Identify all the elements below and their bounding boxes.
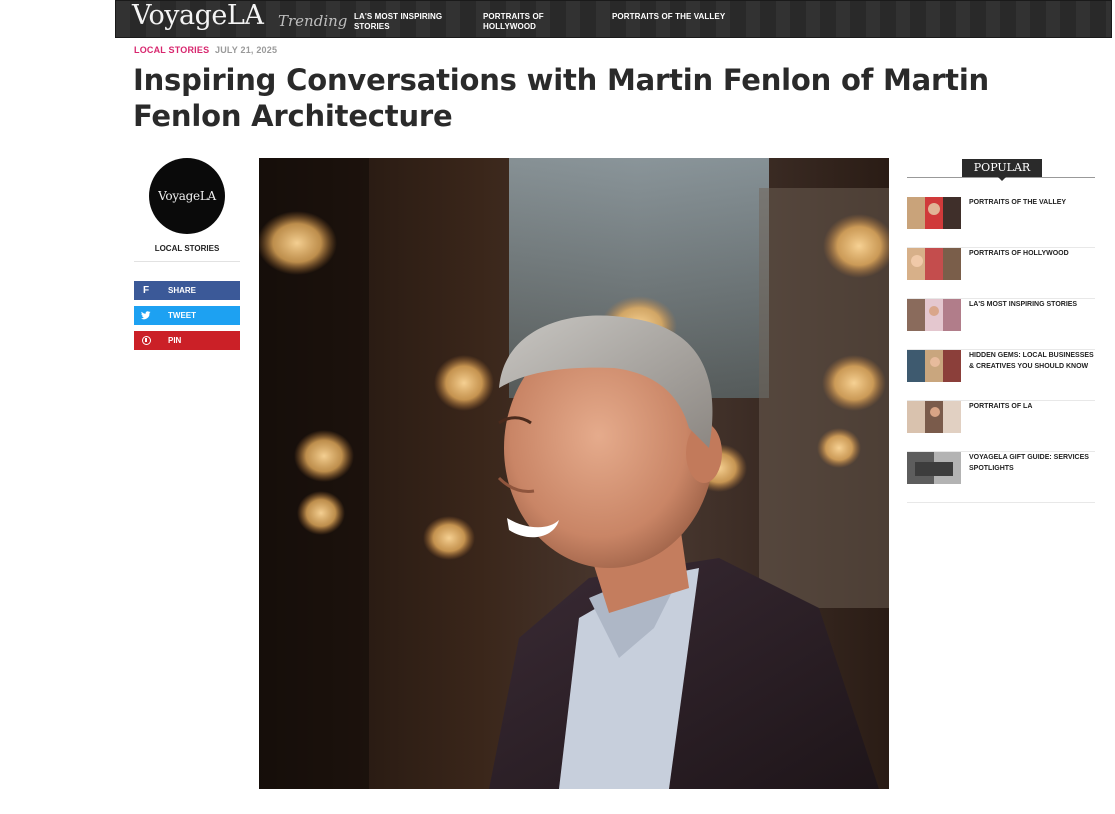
popular-item-thumbnail[interactable] [907,350,961,382]
site-logo[interactable]: VoyageLA [132,1,264,31]
author-avatar[interactable]: VoyageLA [149,158,225,234]
popular-item-thumbnail[interactable] [907,299,961,331]
popular-item[interactable]: PORTRAITS OF LA [907,401,1095,452]
popular-heading: POPULAR [962,159,1042,181]
facebook-share-button[interactable]: f SHARE [134,281,240,300]
article-hero-image[interactable] [259,158,889,789]
nav-link-portraits-hollywood[interactable]: PORTRAITS OF HOLLYWOOD [483,12,563,32]
top-navigation-bar: VoyageLA Trending LA'S MOST INSPIRING ST… [115,0,1112,38]
article-title: Inspiring Conversations with Martin Fenl… [133,63,990,133]
popular-item[interactable]: LA'S MOST INSPIRING STORIES [907,299,1095,350]
popular-item[interactable]: PORTRAITS OF HOLLYWOOD [907,248,1095,299]
popular-item-thumbnail[interactable] [907,401,961,433]
twitter-share-button[interactable]: TWEET [134,306,240,325]
author-avatar-text: VoyageLA [158,189,216,203]
popular-item-thumbnail[interactable] [907,197,961,229]
pinterest-share-button[interactable]: PIN [134,331,240,350]
pinterest-share-label: PIN [168,336,182,345]
popular-item-title[interactable]: PORTRAITS OF HOLLYWOOD [969,248,1095,259]
trending-label: Trending [278,12,348,30]
popular-section-header: POPULAR [907,158,1095,181]
nav-link-inspiring-stories[interactable]: LA'S MOST INSPIRING STORIES [354,12,454,32]
twitter-share-label: TWEET [168,311,196,320]
popular-item-title[interactable]: LA'S MOST INSPIRING STORIES [969,299,1095,310]
facebook-icon: f [142,285,150,296]
nav-link-portraits-valley[interactable]: PORTRAITS OF THE VALLEY [612,12,752,22]
popular-item-title[interactable]: PORTRAITS OF LA [969,401,1095,412]
popular-item[interactable]: VOYAGELA GIFT GUIDE: SERVICES SPOTLIGHTS [907,452,1095,503]
popular-item[interactable]: PORTRAITS OF THE VALLEY [907,197,1095,248]
popular-item-title[interactable]: PORTRAITS OF THE VALLEY [969,197,1095,208]
author-divider [134,261,240,262]
facebook-share-label: SHARE [168,286,197,295]
popular-item-thumbnail[interactable] [907,452,961,484]
article-category-link[interactable]: LOCAL STORIES [134,45,209,55]
popular-item-title[interactable]: VOYAGELA GIFT GUIDE: SERVICES SPOTLIGHTS [969,452,1095,474]
pinterest-icon [134,331,158,350]
popular-item-title[interactable]: HIDDEN GEMS: LOCAL BUSINESSES & CREATIVE… [969,350,1095,372]
twitter-icon [134,306,158,325]
author-name[interactable]: LOCAL STORIES [134,244,240,253]
popular-item-thumbnail[interactable] [907,248,961,280]
popular-item[interactable]: HIDDEN GEMS: LOCAL BUSINESSES & CREATIVE… [907,350,1095,401]
article-date: JULY 21, 2025 [215,45,278,55]
